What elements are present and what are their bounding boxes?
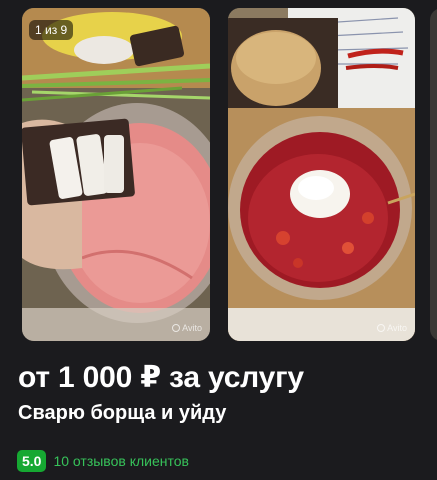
avito-watermark: Avito	[377, 323, 407, 333]
listing-photo-1[interactable]: Avito	[22, 8, 210, 341]
photo-counter: 1 из 9	[29, 20, 74, 40]
reviews-link[interactable]: 10 отзывов клиентов	[53, 453, 189, 469]
borscht-bread-image	[22, 8, 210, 341]
rating-badge: 5.0	[17, 450, 47, 472]
watermark-text: Avito	[387, 323, 407, 333]
avito-logo-icon	[172, 324, 181, 332]
listing-title[interactable]: Сварю борща и уйду	[18, 402, 226, 425]
watermark-text: Avito	[182, 323, 202, 333]
listing-photo-2[interactable]: Avito	[228, 8, 415, 341]
listing-price: от 1 000 ₽ за услугу	[18, 361, 304, 394]
photo-gallery[interactable]: Avito 1 из 9 Avito	[0, 0, 437, 350]
avito-watermark: Avito	[172, 323, 202, 333]
borscht-sour-cream-image	[228, 8, 415, 341]
avito-logo-icon	[377, 324, 386, 332]
listing-photo-3-peek[interactable]	[430, 8, 437, 341]
rating-row[interactable]: 5.0 10 отзывов клиентов	[17, 450, 189, 472]
